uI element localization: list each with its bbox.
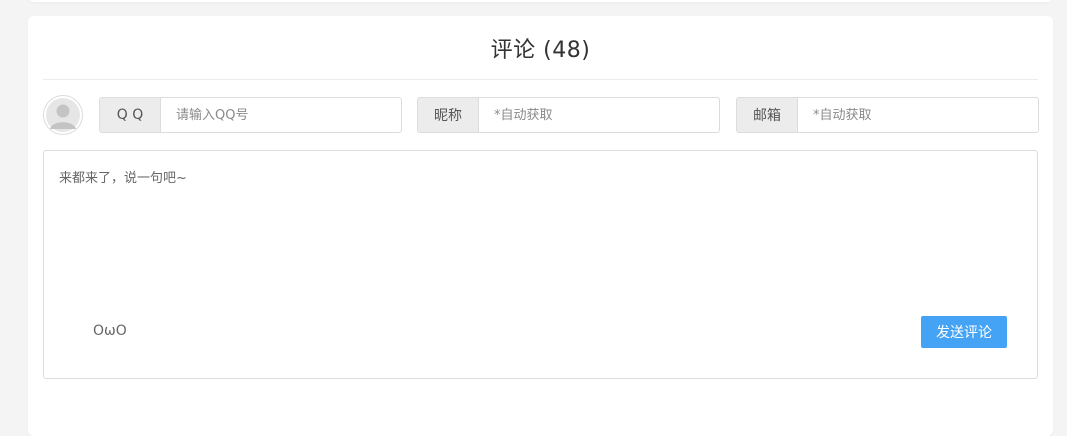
- previous-card: [28, 0, 1053, 2]
- emoji-toggle-button[interactable]: OωO: [93, 323, 127, 339]
- avatar-silhouette-icon: [46, 98, 80, 132]
- email-input-group: 邮箱: [736, 97, 1039, 133]
- nickname-label: 昵称: [418, 98, 479, 132]
- qq-label: Q Q: [100, 98, 161, 132]
- nickname-input[interactable]: [479, 98, 719, 132]
- qq-input-group: Q Q: [99, 97, 402, 133]
- send-comment-button[interactable]: 发送评论: [921, 316, 1007, 348]
- nickname-input-group: 昵称: [417, 97, 720, 133]
- default-avatar-icon: [43, 95, 83, 135]
- comment-editor: OωO 发送评论: [43, 150, 1038, 379]
- qq-input[interactable]: [161, 98, 401, 132]
- comments-card: 评论 (48) Q Q 昵称 邮箱 OωO 发送评论: [28, 16, 1053, 436]
- comments-title: 评论 (48): [43, 16, 1038, 80]
- email-label: 邮箱: [737, 98, 798, 132]
- email-input[interactable]: [798, 98, 1038, 132]
- comment-textarea[interactable]: [44, 151, 1037, 301]
